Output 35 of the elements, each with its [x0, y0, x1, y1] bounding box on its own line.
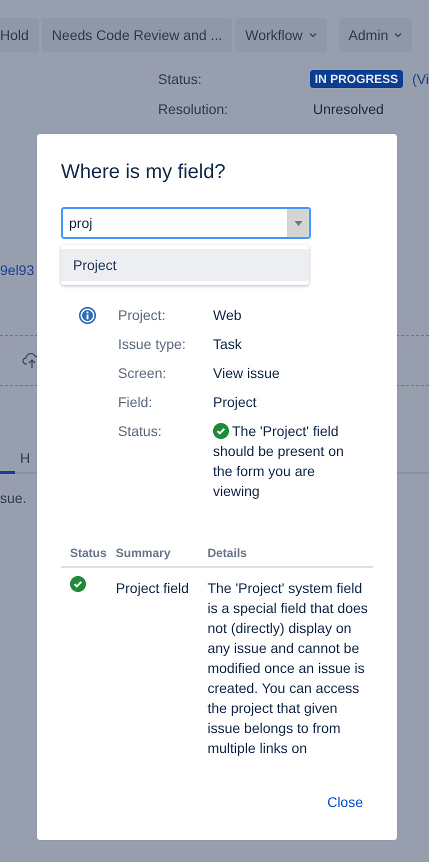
tab[interactable]: H	[20, 450, 30, 466]
info-label: Screen:	[118, 364, 168, 383]
search-field[interactable]: proj	[61, 207, 311, 239]
detail-value: Unresolved	[313, 101, 384, 117]
status-lozenge: IN PROGRESS	[310, 70, 404, 88]
summary-cell: Project field	[116, 580, 189, 596]
toolbar-button[interactable]: Workflow	[235, 18, 327, 52]
info-value: Project	[213, 393, 258, 412]
info-value: Web	[213, 306, 243, 325]
info-icon	[78, 306, 97, 325]
status-message: The 'Project' field should be present on the form you are viewing	[213, 423, 344, 499]
info-label: Status:	[118, 422, 163, 441]
suggestion-item[interactable]: Project	[61, 249, 309, 281]
info-value: Task	[213, 335, 243, 354]
column-header: Summary	[116, 546, 204, 567]
dialog-title: Where is my field?	[61, 161, 226, 184]
commit-link[interactable]: 9el93	[0, 262, 34, 278]
description-text: sue.	[0, 489, 26, 506]
chevron-down-icon	[394, 32, 402, 38]
info-label: Issue type:	[118, 335, 187, 354]
detail-label: Status:	[158, 71, 203, 87]
info-label: Project:	[118, 306, 166, 325]
column-header: Status	[61, 546, 116, 567]
toolbar-button[interactable]: Hold	[0, 18, 39, 52]
workflow-link[interactable]: (Vi	[412, 71, 429, 87]
close-link[interactable]: Close	[327, 794, 363, 810]
toolbar-button[interactable]: Admin	[338, 18, 412, 52]
info-label: Field:	[118, 393, 154, 412]
tab-indicator	[0, 471, 15, 474]
details-cell: The 'Project' system field is a special field that does not (directly) display on any issue and cannot be modified once an issue is created. You can access the project that given issue belongs to from multiple links on	[207, 580, 368, 756]
info-value: View issue	[213, 364, 281, 383]
toolbar-button[interactable]: Needs Code Review and ...	[42, 18, 232, 52]
detail-label: Resolution:	[158, 101, 230, 117]
column-header: Details	[203, 546, 373, 567]
chevron-down-icon	[308, 32, 317, 38]
